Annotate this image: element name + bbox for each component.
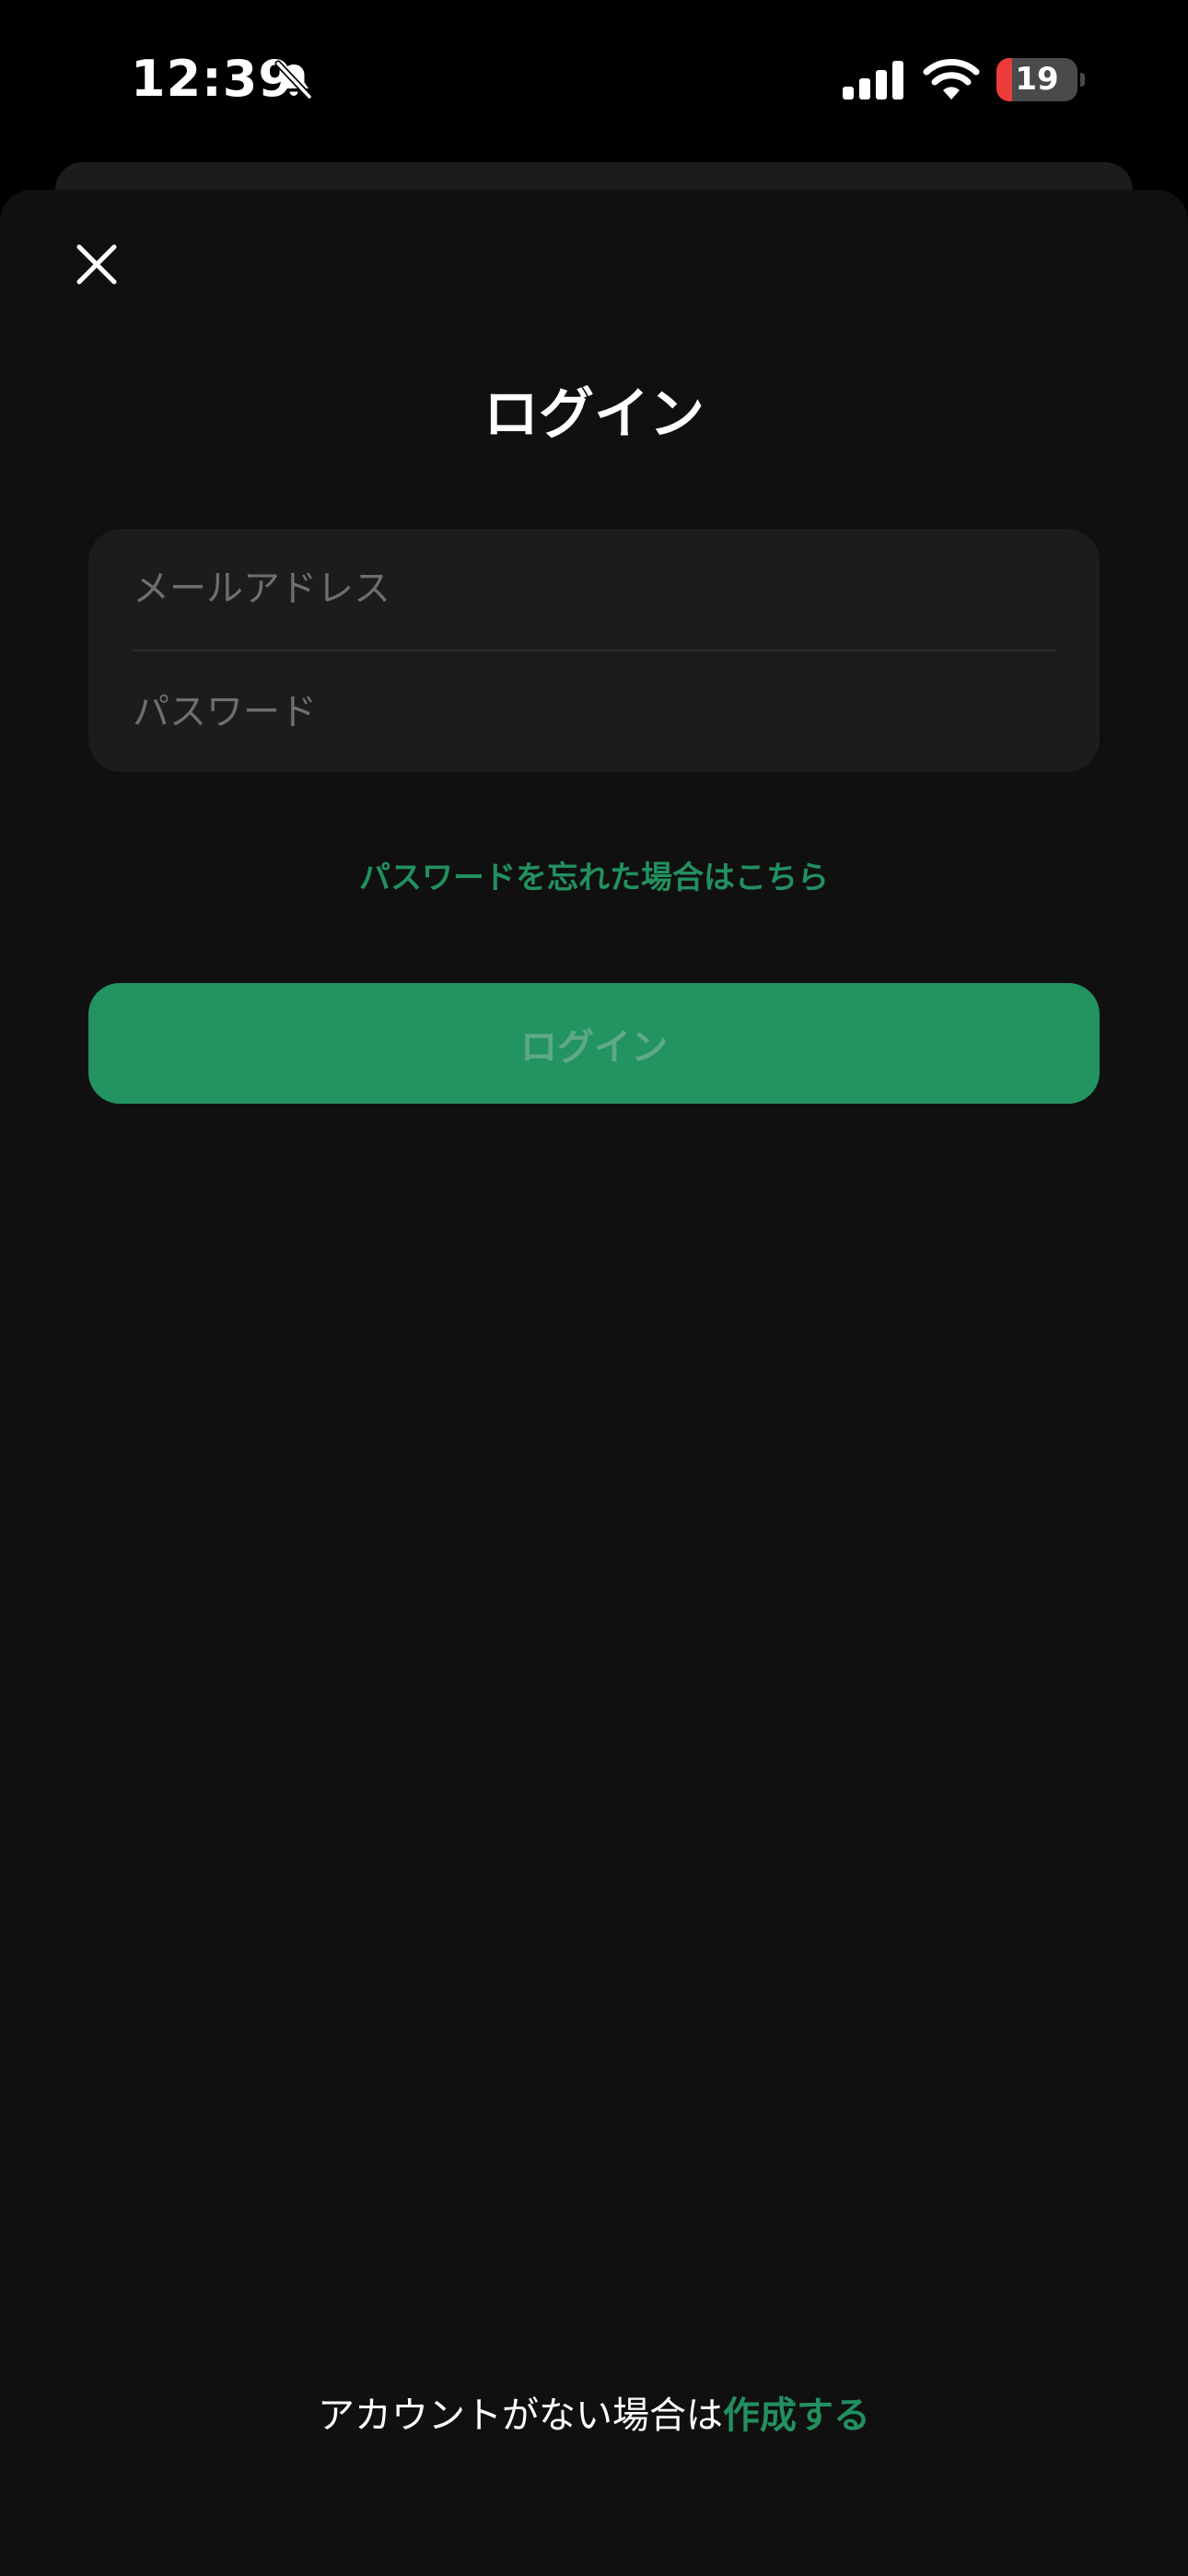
battery-level: 19 (1015, 61, 1059, 98)
email-field[interactable] (133, 538, 1055, 639)
forgot-password-link[interactable]: パスワードを忘れた場合はこちら (0, 852, 1188, 904)
field-divider (133, 650, 1055, 651)
signup-prompt-text: アカウントがない場合は (318, 2395, 723, 2437)
cellular-signal-icon (843, 61, 903, 100)
close-button[interactable] (64, 232, 129, 297)
page-title: ログイン (483, 382, 705, 447)
battery-body: 19 (996, 58, 1077, 101)
close-icon (76, 244, 117, 285)
battery-nub (1080, 73, 1085, 87)
wifi-icon (923, 59, 980, 100)
password-field[interactable] (133, 662, 1055, 763)
battery-indicator: 19 (996, 58, 1085, 101)
credentials-field-group (88, 529, 1100, 772)
bell-slash-icon (274, 60, 313, 100)
status-time: 12:39 (131, 50, 294, 108)
signup-prompt: アカウントがない場合は作成する (0, 2388, 1188, 2443)
login-button[interactable]: ログイン (88, 983, 1100, 1104)
create-account-link[interactable]: 作成する (723, 2395, 870, 2437)
status-bar: 12:39 19 (0, 0, 1188, 157)
